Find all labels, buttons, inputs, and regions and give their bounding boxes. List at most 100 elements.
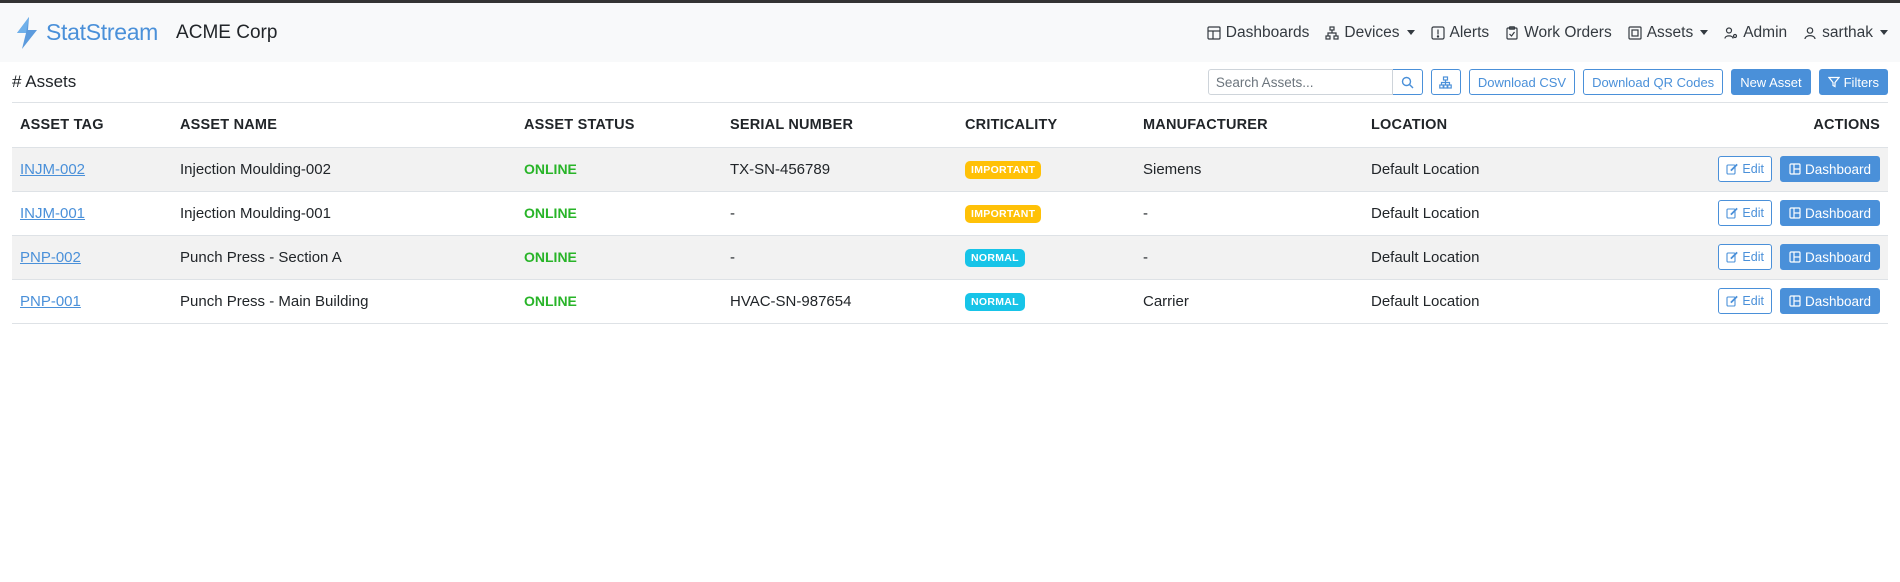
edit-label: Edit <box>1742 294 1764 308</box>
edit-button[interactable]: Edit <box>1718 156 1772 182</box>
header-asset-tag[interactable]: ASSET TAG <box>12 103 172 148</box>
search-button[interactable] <box>1392 69 1423 95</box>
edit-button[interactable]: Edit <box>1718 200 1772 226</box>
header-location[interactable]: LOCATION <box>1363 103 1588 148</box>
header-criticality[interactable]: CRITICALITY <box>957 103 1135 148</box>
row-actions: Edit Dashboard <box>1718 200 1880 226</box>
search-icon <box>1401 76 1414 88</box>
dashboard-label: Dashboard <box>1804 249 1871 265</box>
asset-tag-link[interactable]: PNP-002 <box>20 249 81 266</box>
chevron-down-icon <box>1700 30 1709 35</box>
chevron-down-icon <box>1880 30 1888 35</box>
table-row: PNP-002 Punch Press - Section A ONLINE -… <box>12 235 1888 280</box>
header-actions: ACTIONS <box>1588 103 1888 148</box>
alert-square-icon <box>1430 25 1445 40</box>
main-nav: Dashboards Devices Alerts Work Orders As… <box>1207 24 1888 42</box>
asset-name: Injection Moulding-001 <box>172 191 516 236</box>
nav-assets[interactable]: Assets <box>1628 24 1709 42</box>
nav-devices-label: Devices <box>1344 23 1400 41</box>
table-row: PNP-001 Punch Press - Main Building ONLI… <box>12 279 1888 324</box>
nav-dashboards-label: Dashboards <box>1225 23 1310 41</box>
assets-table: ASSET TAG ASSET NAME ASSET STATUS SERIAL… <box>12 103 1888 324</box>
navbar: StatStream ACME Corp Dashboards Devices … <box>0 3 1900 62</box>
clipboard-icon <box>1506 25 1518 40</box>
row-actions: Edit Dashboard <box>1718 288 1880 314</box>
edit-button[interactable]: Edit <box>1718 288 1772 314</box>
location: Default Location <box>1363 235 1588 280</box>
manufacturer: Carrier <box>1135 279 1363 324</box>
dashboard-label: Dashboard <box>1804 205 1871 221</box>
brand-name: StatStream <box>46 19 159 45</box>
manufacturer: - <box>1135 191 1363 236</box>
edit-label: Edit <box>1742 162 1764 176</box>
table-row: INJM-001 Injection Moulding-001 ONLINE -… <box>12 191 1888 236</box>
edit-label: Edit <box>1742 206 1764 220</box>
asset-tag-link[interactable]: PNP-001 <box>20 293 81 310</box>
assets-toolbar: # Assets Download CSV Download QR Codes … <box>12 62 1888 103</box>
nav-user-menu[interactable]: sarthak <box>1803 24 1888 42</box>
nav-dashboards[interactable]: Dashboards <box>1207 23 1310 42</box>
asset-status: ONLINE <box>516 147 722 192</box>
asset-name: Punch Press - Section A <box>172 235 516 280</box>
criticality-badge: IMPORTANT <box>965 160 1042 179</box>
search-input[interactable] <box>1207 69 1393 95</box>
nav-work-orders[interactable]: Work Orders <box>1505 24 1612 42</box>
criticality-badge: IMPORTANT <box>965 204 1042 223</box>
asset-status: ONLINE <box>516 191 722 236</box>
asset-name: Punch Press - Main Building <box>172 279 516 324</box>
dashboard-button[interactable]: Dashboard <box>1779 244 1880 270</box>
nav-admin-label: Admin <box>1743 23 1788 41</box>
edit-icon <box>1726 163 1739 175</box>
new-asset-button[interactable]: New Asset <box>1731 69 1811 95</box>
nav-devices[interactable]: Devices <box>1325 23 1415 42</box>
statstream-logo-icon <box>17 16 37 49</box>
location: Default Location <box>1363 147 1588 192</box>
header-asset-status[interactable]: ASSET STATUS <box>516 103 722 148</box>
toolbar-actions: Download CSV Download QR Codes New Asset… <box>1207 69 1888 95</box>
table-row: INJM-002 Injection Moulding-002 ONLINE T… <box>12 147 1888 192</box>
user-icon <box>1804 26 1816 39</box>
hierarchy-icon <box>1439 75 1453 89</box>
layout-icon <box>1789 295 1801 307</box>
filters-button[interactable]: Filters <box>1818 69 1888 95</box>
nav-alerts-label: Alerts <box>1449 23 1490 41</box>
download-csv-button[interactable]: Download CSV <box>1468 69 1576 95</box>
download-qr-codes-button[interactable]: Download QR Codes <box>1583 69 1724 95</box>
dashboard-label: Dashboard <box>1804 161 1871 177</box>
layout-icon <box>1789 251 1801 263</box>
header-asset-name[interactable]: ASSET NAME <box>172 103 516 148</box>
dashboard-label: Dashboard <box>1804 293 1871 309</box>
dashboard-button[interactable]: Dashboard <box>1779 156 1880 182</box>
search-group <box>1207 69 1423 95</box>
edit-button[interactable]: Edit <box>1718 244 1772 270</box>
criticality-badge: NORMAL <box>965 248 1025 267</box>
page-title: # Assets <box>12 72 77 91</box>
nav-admin[interactable]: Admin <box>1724 24 1787 42</box>
asset-tag-link[interactable]: INJM-001 <box>20 205 85 222</box>
nav-work-orders-label: Work Orders <box>1524 23 1612 41</box>
asset-tag-link[interactable]: INJM-002 <box>20 161 85 178</box>
asset-name: Injection Moulding-002 <box>172 147 516 192</box>
nav-alerts[interactable]: Alerts <box>1430 23 1490 42</box>
filters-label: Filters <box>1843 74 1879 90</box>
asset-status: ONLINE <box>516 235 722 280</box>
brand[interactable]: StatStream <box>12 16 158 50</box>
edit-label: Edit <box>1742 250 1764 264</box>
location: Default Location <box>1363 191 1588 236</box>
dashboard-button[interactable]: Dashboard <box>1779 288 1880 314</box>
filter-icon <box>1827 76 1840 88</box>
row-actions: Edit Dashboard <box>1718 244 1880 270</box>
row-actions: Edit Dashboard <box>1718 156 1880 182</box>
table-header-row: ASSET TAG ASSET NAME ASSET STATUS SERIAL… <box>12 103 1888 148</box>
edit-icon <box>1726 295 1739 307</box>
header-manufacturer[interactable]: MANUFACTURER <box>1135 103 1363 148</box>
header-serial-number[interactable]: SERIAL NUMBER <box>722 103 957 148</box>
hierarchy-view-button[interactable] <box>1430 69 1461 95</box>
serial-number: - <box>722 235 957 280</box>
layout-icon <box>1789 163 1801 175</box>
dashboard-button[interactable]: Dashboard <box>1779 200 1880 226</box>
location: Default Location <box>1363 279 1588 324</box>
users-gear-icon <box>1724 26 1738 39</box>
asset-status: ONLINE <box>516 279 722 324</box>
criticality-badge: NORMAL <box>965 292 1025 311</box>
